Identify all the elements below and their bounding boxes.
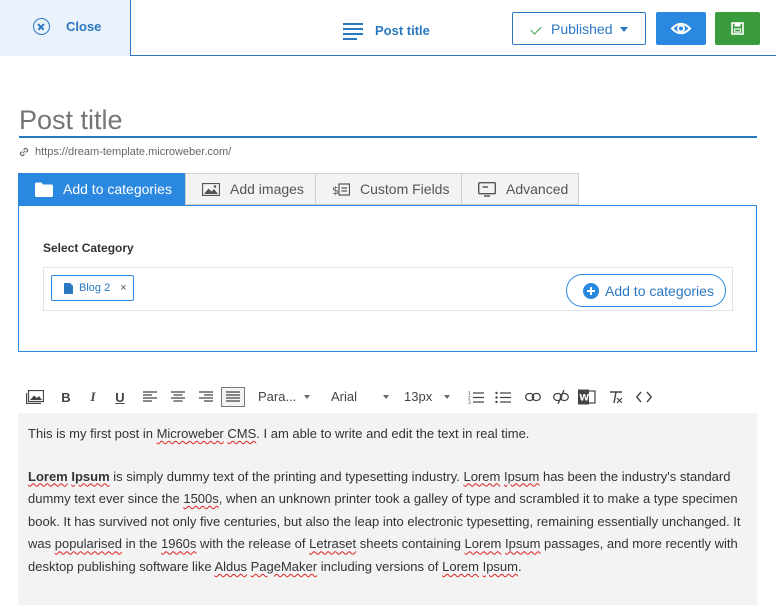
editor-paragraph: Lorem Ipsum is simply dummy text of the … <box>28 468 741 574</box>
close-label: Close <box>66 19 102 34</box>
link-icon <box>19 147 29 157</box>
remove-category-icon[interactable]: × <box>120 282 126 294</box>
paragraph-format-dropdown[interactable]: Para... <box>258 389 311 404</box>
tab-add-images[interactable]: Add images <box>185 173 315 205</box>
tab-label: Add images <box>230 181 304 197</box>
post-title-input[interactable] <box>19 104 757 138</box>
source-code-icon[interactable] <box>633 387 655 407</box>
save-button[interactable] <box>715 12 760 45</box>
custom-fields-icon: $ <box>332 182 350 196</box>
check-icon <box>530 23 542 35</box>
tab-label: Add to categories <box>63 181 172 197</box>
category-chip-label: Blog 2 <box>79 282 111 294</box>
font-size-label: 13px <box>404 389 433 404</box>
ordered-list-icon[interactable]: 123 <box>467 387 485 407</box>
font-family-label: Arial <box>331 389 358 404</box>
bold-icon[interactable]: B <box>58 387 74 407</box>
unlink-icon[interactable] <box>551 387 571 407</box>
tab-advanced[interactable]: Advanced <box>461 173 579 205</box>
insert-image-icon[interactable] <box>25 387 45 407</box>
monitor-icon <box>478 181 496 197</box>
floppy-disk-icon <box>731 22 744 35</box>
categories-panel: Select Category Blog 2 × Add to categori… <box>18 205 757 352</box>
image-icon <box>202 182 220 196</box>
add-to-categories-button[interactable]: Add to categories <box>566 274 726 307</box>
content-editor[interactable]: This is my first post in Microweber CMS.… <box>18 413 757 605</box>
svg-text:$: $ <box>332 184 339 196</box>
close-button[interactable]: Close <box>0 0 131 56</box>
editor-toolbar: B I U Para... Arial 13px 123 W <box>18 383 757 411</box>
tab-add-to-categories[interactable]: Add to categories <box>18 173 185 205</box>
align-left-icon[interactable] <box>141 387 159 407</box>
publish-status-dropdown[interactable]: Published <box>512 12 646 45</box>
clear-formatting-icon[interactable] <box>606 387 626 407</box>
tab-label: Advanced <box>506 181 569 197</box>
chevron-down-icon <box>620 27 628 32</box>
eye-icon <box>670 22 692 35</box>
post-title-indicator: Post title <box>343 22 430 40</box>
folder-icon <box>35 182 53 197</box>
align-justify-icon[interactable] <box>221 387 245 407</box>
chevron-down-icon <box>383 394 390 399</box>
editor-paragraph: This is my first post in Microweber CMS.… <box>28 426 530 441</box>
publish-status-label: Published <box>551 21 613 37</box>
svg-text:W: W <box>579 394 589 404</box>
category-chip: Blog 2 × <box>51 275 134 301</box>
align-center-icon[interactable] <box>169 387 187 407</box>
category-selector[interactable]: Blog 2 × Add to categories <box>43 267 733 311</box>
preview-button[interactable] <box>656 12 706 45</box>
paragraph-format-label: Para... <box>258 389 297 404</box>
text-lines-icon <box>343 22 363 40</box>
svg-text:3: 3 <box>468 400 471 404</box>
chevron-down-icon <box>304 394 311 399</box>
select-category-heading: Select Category <box>43 241 134 255</box>
post-url-row: https://dream-template.microweber.com/ <box>18 146 231 158</box>
underline-icon[interactable]: U <box>112 387 128 407</box>
post-url[interactable]: https://dream-template.microweber.com/ <box>35 146 231 158</box>
font-size-dropdown[interactable]: 13px <box>404 389 451 404</box>
top-bar: Close Post title Published <box>0 0 776 56</box>
tab-label: Custom Fields <box>360 181 450 197</box>
document-icon <box>64 282 73 294</box>
paste-from-word-icon[interactable]: W <box>577 387 597 407</box>
add-to-categories-label: Add to categories <box>605 282 714 299</box>
settings-tabs: Add to categories Add images $ Custom Fi… <box>18 173 579 206</box>
close-icon <box>33 18 50 35</box>
tab-custom-fields[interactable]: $ Custom Fields <box>315 173 461 205</box>
italic-icon[interactable]: I <box>85 387 101 407</box>
chevron-down-icon <box>444 394 451 399</box>
align-right-icon[interactable] <box>197 387 215 407</box>
font-family-dropdown[interactable]: Arial <box>331 389 390 404</box>
plus-icon <box>583 282 599 299</box>
post-title-label: Post title <box>375 22 430 38</box>
bullet-list-icon[interactable] <box>494 387 512 407</box>
insert-link-icon[interactable] <box>523 387 543 407</box>
